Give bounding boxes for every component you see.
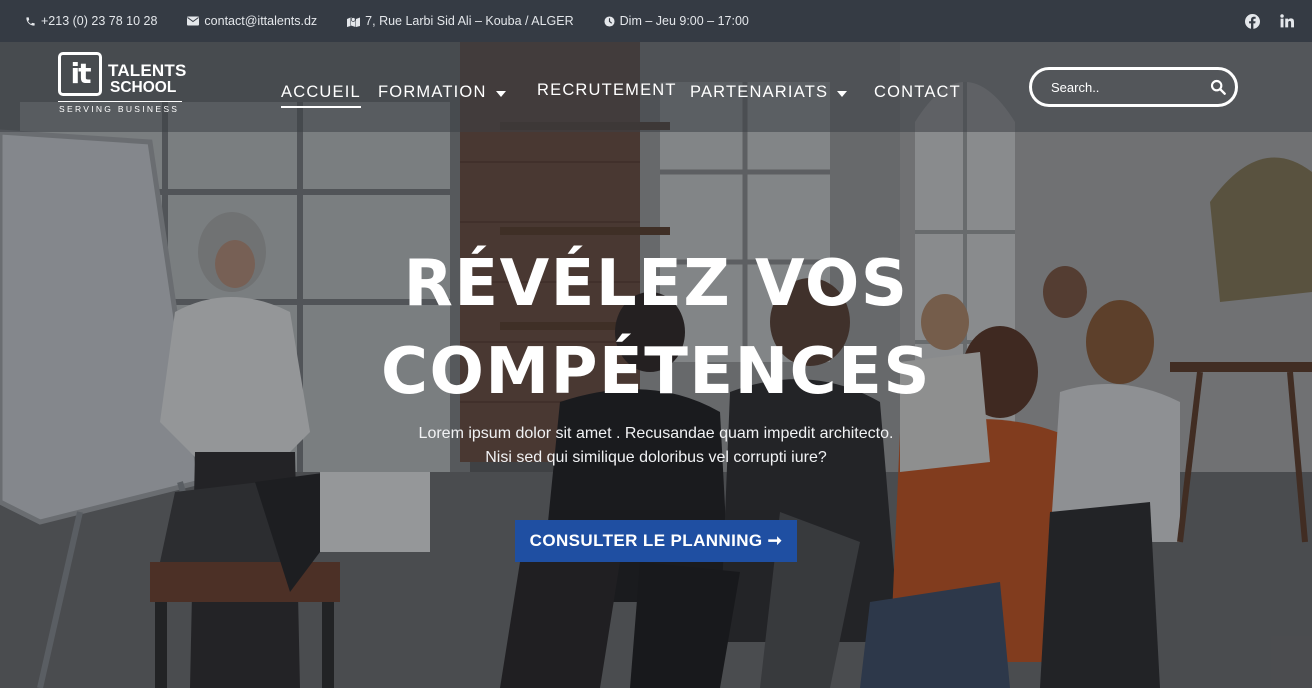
search-icon[interactable] (1210, 79, 1226, 95)
address-text: 7, Rue Larbi Sid Ali – Kouba / ALGER (365, 14, 574, 28)
logo-line1: TALENTS (108, 61, 187, 80)
hero-subtitle: Lorem ipsum dolor sit amet . Recusandae … (418, 425, 894, 466)
search-box (1029, 67, 1238, 107)
nav-item-partenariats[interactable]: PARTENARIATS (690, 80, 848, 104)
top-info-bar: +213 (0) 23 78 10 28 contact@ittalents.d… (0, 0, 1312, 42)
nav-item-recrutement[interactable]: RECRUTEMENT (537, 78, 677, 102)
phone-item[interactable]: +213 (0) 23 78 10 28 (25, 14, 157, 28)
linkedin-icon[interactable] (1280, 14, 1294, 28)
consult-planning-button[interactable]: CONSULTER LE PLANNING ➞ (515, 520, 797, 562)
nav-item-label: FORMATION (378, 83, 487, 101)
logo-tagline: SERVING BUSINESS (59, 104, 180, 114)
site-logo[interactable]: it TALENTS SCHOOL SERVING BUSINESS (58, 52, 218, 116)
active-underline (281, 106, 361, 108)
hero-section: it TALENTS SCHOOL SERVING BUSINESS ACCUE… (0, 42, 1312, 688)
phone-text: +213 (0) 23 78 10 28 (41, 14, 158, 28)
nav-item-formation[interactable]: FORMATION (378, 80, 506, 104)
email-text: contact@ittalents.dz (204, 14, 318, 28)
logo-line2: SCHOOL (110, 79, 177, 96)
hero-title: RÉVÉLEZ VOS COMPÉTENCES (0, 240, 1312, 416)
address-item: 7, Rue Larbi Sid Ali – Kouba / ALGER (347, 14, 574, 28)
email-item[interactable]: contact@ittalents.dz (187, 14, 317, 28)
hours-item: Dim – Jeu 9:00 – 17:00 (604, 14, 749, 28)
logo-divider (58, 101, 182, 102)
search-input[interactable] (1051, 79, 1201, 95)
hero-title-line1: RÉVÉLEZ VOS (403, 247, 909, 321)
nav-item-label: ACCUEIL (281, 83, 361, 101)
clock-icon (604, 15, 615, 27)
hours-text: Dim – Jeu 9:00 – 17:00 (619, 14, 749, 28)
nav-item-label: PARTENARIATS (690, 83, 829, 101)
facebook-icon[interactable] (1245, 13, 1260, 29)
envelope-icon (187, 16, 200, 26)
phone-icon (26, 16, 35, 26)
nav-item-contact[interactable]: CONTACT (874, 80, 961, 104)
nav-item-accueil[interactable]: ACCUEIL (281, 80, 361, 108)
social-links (1245, 0, 1294, 42)
map-marker-icon (347, 17, 361, 27)
caret-down-icon (495, 90, 506, 97)
caret-down-icon (837, 90, 848, 97)
nav-item-label: CONTACT (874, 83, 961, 101)
nav-item-label: RECRUTEMENT (537, 81, 677, 99)
logo-mark: it (58, 52, 102, 96)
hero-title-line2: COMPÉTENCES (381, 335, 931, 409)
